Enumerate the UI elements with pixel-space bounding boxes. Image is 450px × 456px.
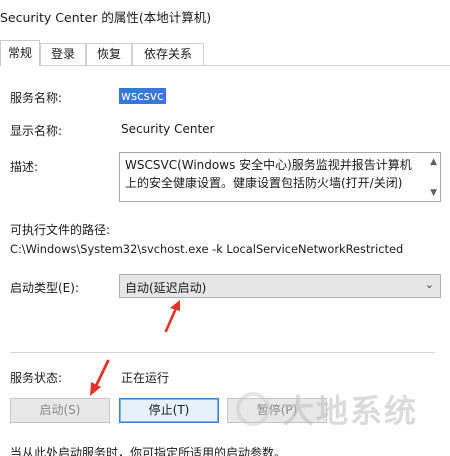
display-name-label: 显示名称: [10,124,63,138]
display-name-value[interactable]: Security Center [121,122,214,136]
annotation-arrow-icon [90,359,110,396]
startup-type-value: 自动(延迟启动) [125,281,207,295]
service-name-label: 服务名称: [10,91,63,105]
description-text: WSCSVC(Windows 安全中心)服务监视并报告计算机上的安全健康设置。健… [125,158,412,190]
tab-divider [0,65,450,66]
startup-type-label: 启动类型(E): [10,281,79,295]
exec-path-value[interactable]: C:\Windows\System32\svchost.exe -k Local… [10,242,403,256]
tab-recovery[interactable]: 恢复 [86,43,132,65]
description-textbox[interactable]: WSCSVC(Windows 安全中心)服务监视并报告计算机上的安全健康设置。健… [119,152,441,202]
tab-general[interactable]: 常规 [0,40,40,66]
service-name-value[interactable]: wscsvc [119,88,166,104]
startup-type-select[interactable]: 自动(延迟启动) ⌄ [119,274,441,298]
tab-dependencies[interactable]: 依存关系 [132,43,204,65]
watermark-logo-icon [236,392,270,426]
service-status-value: 正在运行 [121,371,170,385]
description-label: 描述: [10,160,39,174]
scroll-down-icon[interactable]: ▼ [430,188,437,198]
service-status-label: 服务状态: [10,371,63,385]
start-button[interactable]: 启动(S) [10,398,110,423]
scroll-up-icon[interactable]: ▲ [430,157,437,167]
chevron-down-icon: ⌄ [424,278,434,291]
watermark-text: 大地系统 [282,392,419,430]
section-divider [10,352,435,353]
stop-button[interactable]: 停止(T) [119,398,219,423]
exec-path-label: 可执行文件的路径: [10,223,111,237]
title-bar: Security Center 的属性(本地计算机) [0,0,450,38]
properties-window: Security Center 的属性(本地计算机) 常规 登录 恢复 依存关系… [0,0,450,456]
footer-hint-text: 当从此处启动服务时，你可指定所适用的启动参数。 [10,446,287,456]
window-title: Security Center 的属性(本地计算机) [0,10,212,25]
tab-strip: 常规 登录 恢复 依存关系 [0,40,450,66]
tab-logon[interactable]: 登录 [40,43,86,65]
annotation-arrow-icon [164,300,180,333]
